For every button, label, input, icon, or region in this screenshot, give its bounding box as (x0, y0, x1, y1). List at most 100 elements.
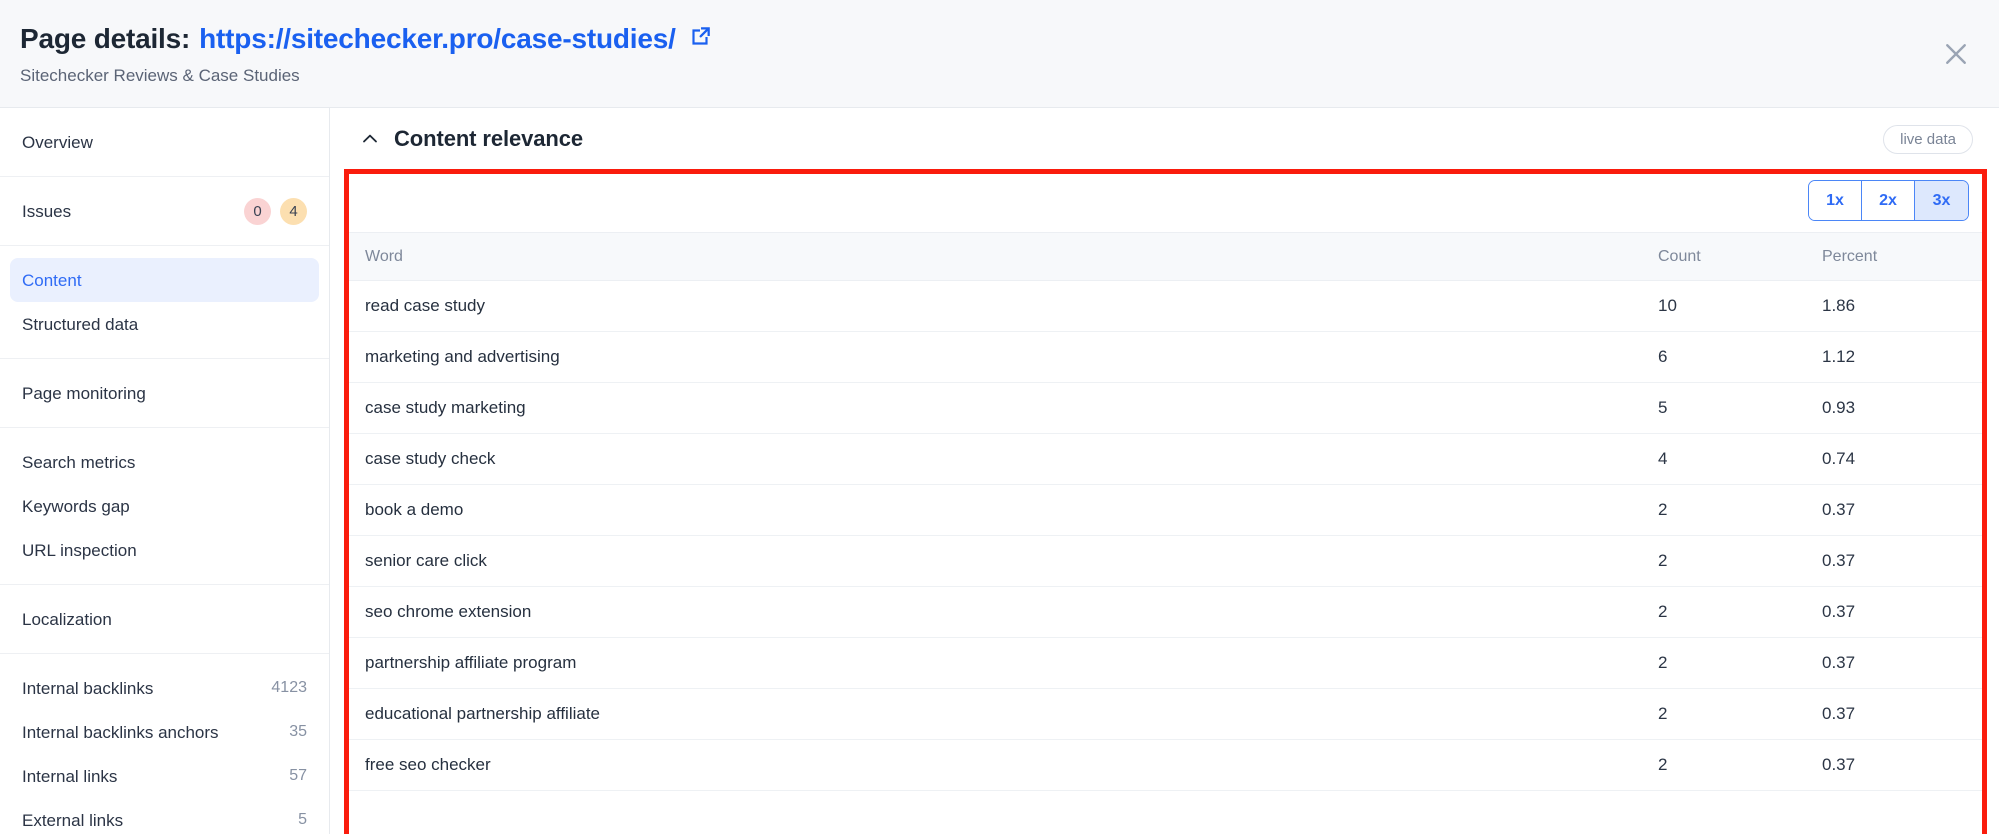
cell-count: 2 (1658, 739, 1822, 791)
sidebar-item-count: 4123 (271, 679, 307, 696)
cell-count: 4 (1658, 433, 1822, 485)
sidebar-item-label: URL inspection (22, 540, 137, 560)
panel-header: Page details: https://sitechecker.pro/ca… (0, 0, 1999, 108)
cell-word: senior care click (347, 535, 1658, 587)
table-body: read case study 10 1.86 marketing and ad… (347, 280, 1982, 791)
table-row[interactable]: free seo checker 2 0.37 (347, 739, 1982, 791)
cell-count: 5 (1658, 382, 1822, 434)
sidebar-item-label: Keywords gap (22, 496, 130, 516)
cell-word: case study marketing (347, 382, 1658, 434)
sidebar-item-label: Structured data (22, 314, 139, 334)
sidebar-item-count: 35 (289, 723, 307, 740)
content-relevance-table: Word Count Percent read case study 10 1.… (347, 232, 1982, 791)
content-relevance-table-panel: 1x 2x 3x Word Count Percent read case st… (347, 169, 1982, 834)
cell-word: marketing and advertising (347, 331, 1658, 383)
cell-percent: 0.37 (1822, 484, 1982, 536)
close-icon (1941, 39, 1971, 72)
cell-word: educational partnership affiliate (347, 688, 1658, 740)
table-row[interactable]: case study marketing 5 0.93 (347, 382, 1982, 434)
page-url-link[interactable]: https://sitechecker.pro/case-studies/ (199, 23, 676, 55)
cell-percent: 0.37 (1822, 637, 1982, 689)
cell-count: 2 (1658, 586, 1822, 638)
cell-word: case study check (347, 433, 1658, 485)
sidebar-item-label: Internal backlinks anchors (22, 722, 219, 742)
sidebar-item-search-metrics[interactable]: Search metrics (10, 440, 319, 484)
sidebar-group: Issues 0 4 (0, 177, 329, 246)
cell-percent: 0.37 (1822, 739, 1982, 791)
cell-count: 2 (1658, 637, 1822, 689)
ngram-1x-button[interactable]: 1x (1809, 181, 1862, 220)
table-row[interactable]: marketing and advertising 6 1.12 (347, 331, 1982, 383)
sidebar-item-label: Localization (22, 609, 112, 629)
sidebar-item-page-monitoring[interactable]: Page monitoring (10, 371, 319, 415)
sidebar-item-count: 57 (289, 767, 307, 784)
ngram-3x-button[interactable]: 3x (1915, 181, 1968, 220)
chevron-up-icon[interactable] (360, 129, 380, 149)
sidebar-item-internal-links[interactable]: Internal links 57 (10, 754, 319, 798)
external-link-icon[interactable] (687, 24, 713, 55)
status-badge-warnings[interactable]: 4 (280, 197, 307, 225)
table-row[interactable]: educational partnership affiliate 2 0.37 (347, 688, 1982, 740)
sidebar-item-keywords-gap[interactable]: Keywords gap (10, 484, 319, 528)
cell-word: partnership affiliate program (347, 637, 1658, 689)
cell-count: 2 (1658, 535, 1822, 587)
table-row[interactable]: seo chrome extension 2 0.37 (347, 586, 1982, 638)
sidebar-item-overview[interactable]: Overview (10, 120, 319, 164)
cell-count: 2 (1658, 688, 1822, 740)
page-details-panel: Page details: https://sitechecker.pro/ca… (0, 0, 1999, 834)
sidebar-item-label: Page monitoring (22, 383, 146, 403)
sidebar-group: Page monitoring (0, 359, 329, 428)
sidebar-group: Localization (0, 585, 329, 654)
sidebar-item-internal-backlinks-anchors[interactable]: Internal backlinks anchors 35 (10, 710, 319, 754)
sidebar-group: Search metrics Keywords gap URL inspecti… (0, 428, 329, 585)
sidebar-group: Overview (0, 108, 329, 177)
content-relevance-section: Content relevance live data 1x 2x 3x Wor… (330, 108, 1999, 834)
cell-word: seo chrome extension (347, 586, 1658, 638)
issues-badges: 0 4 (244, 197, 307, 225)
cell-count: 10 (1658, 280, 1822, 332)
sidebar-group: Content Structured data (0, 246, 329, 359)
sidebar-item-url-inspection[interactable]: URL inspection (10, 528, 319, 572)
cell-word: free seo checker (347, 739, 1658, 791)
ngram-2x-button[interactable]: 2x (1862, 181, 1915, 220)
cell-percent: 1.86 (1822, 280, 1982, 332)
ngram-size-toggle-group: 1x 2x 3x (1808, 180, 1969, 221)
sidebar-item-issues[interactable]: Issues 0 4 (10, 189, 319, 233)
status-badge-errors[interactable]: 0 (244, 197, 271, 225)
table-row[interactable]: read case study 10 1.86 (347, 280, 1982, 332)
sidebar-item-localization[interactable]: Localization (10, 597, 319, 641)
page-subtitle: Sitechecker Reviews & Case Studies (20, 65, 300, 85)
sidebar-item-structured-data[interactable]: Structured data (10, 302, 319, 346)
sidebar-group: Internal backlinks 4123 Internal backlin… (0, 654, 329, 834)
cell-percent: 0.93 (1822, 382, 1982, 434)
column-header-percent[interactable]: Percent (1822, 232, 1982, 281)
column-header-word[interactable]: Word (347, 232, 1658, 281)
cell-percent: 0.37 (1822, 688, 1982, 740)
sidebar-item-label: Content (22, 270, 82, 290)
sidebar-item-label: Internal links (22, 766, 118, 786)
table-header-row: Word Count Percent (347, 232, 1982, 281)
table-row[interactable]: partnership affiliate program 2 0.37 (347, 637, 1982, 689)
cell-percent: 0.37 (1822, 586, 1982, 638)
cell-count: 2 (1658, 484, 1822, 536)
sidebar: Overview Issues 0 4 Content Structured d (0, 108, 330, 834)
sidebar-item-content[interactable]: Content (10, 258, 319, 302)
sidebar-item-internal-backlinks[interactable]: Internal backlinks 4123 (10, 666, 319, 710)
live-data-badge: live data (1883, 125, 1973, 154)
section-header: Content relevance live data (330, 108, 1999, 169)
table-row[interactable]: senior care click 2 0.37 (347, 535, 1982, 587)
zoom-toolbar: 1x 2x 3x (347, 169, 1982, 232)
close-button[interactable] (1935, 34, 1977, 76)
cell-percent: 0.37 (1822, 535, 1982, 587)
column-header-count[interactable]: Count (1658, 232, 1822, 281)
sidebar-item-label: External links (22, 810, 124, 830)
cell-percent: 0.74 (1822, 433, 1982, 485)
cell-word: book a demo (347, 484, 1658, 536)
sidebar-item-label: Search metrics (22, 452, 136, 472)
sidebar-item-label: Internal backlinks (22, 678, 154, 698)
sidebar-item-external-links[interactable]: External links 5 (10, 798, 319, 834)
table-row[interactable]: case study check 4 0.74 (347, 433, 1982, 485)
cell-count: 6 (1658, 331, 1822, 383)
page-title-label: Page details: (20, 23, 191, 54)
table-row[interactable]: book a demo 2 0.37 (347, 484, 1982, 536)
